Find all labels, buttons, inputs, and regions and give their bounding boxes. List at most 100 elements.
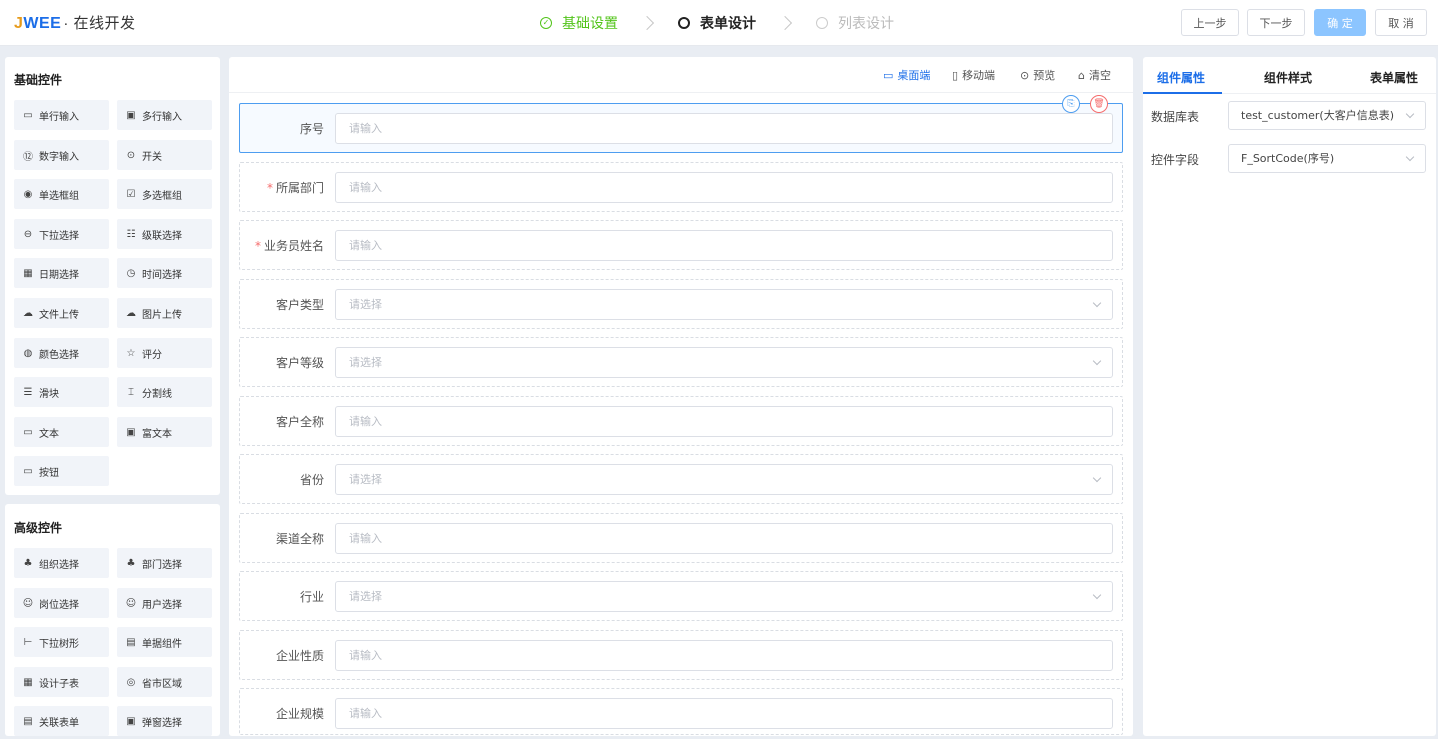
form-row-customer-level[interactable]: 客户等级 请选择	[239, 337, 1123, 387]
db-table-label: 数据库表	[1151, 110, 1200, 124]
widget-multi-input[interactable]: ▣ 多行输入	[117, 100, 212, 130]
widget-single-input[interactable]: ▭ 单行输入	[14, 100, 109, 130]
widget-sub-table[interactable]: ▦ 设计子表	[14, 667, 109, 697]
field-input[interactable]: 请输入	[335, 230, 1113, 261]
field-select[interactable]: 请选择	[335, 289, 1113, 320]
field-input[interactable]: 请输入	[335, 640, 1113, 671]
widget-time-picker[interactable]: ◷ 时间选择	[117, 258, 212, 288]
widget-cascader[interactable]: ☷ 级联选择	[117, 219, 212, 249]
field-input[interactable]: 请输入	[335, 698, 1113, 729]
cascader-icon: ☷	[126, 228, 136, 240]
field-label: 客户全称	[276, 413, 324, 430]
chevron-down-icon	[1092, 356, 1102, 366]
toolbar-divider	[229, 92, 1133, 93]
tab-component-props[interactable]: 组件属性	[1157, 69, 1205, 86]
form-row-sort-code[interactable]: 序号 请输入	[239, 103, 1123, 153]
play-circle-icon: ⊙	[1020, 68, 1030, 82]
widget-image-upload[interactable]: ☁ 图片上传	[117, 298, 212, 328]
widget-position-select[interactable]: ☺ 岗位选择	[14, 588, 109, 618]
step-form-design[interactable]: 表单设计	[678, 13, 756, 33]
widget-select[interactable]: ⊖ 下拉选择	[14, 219, 109, 249]
chevron-down-icon	[1405, 152, 1415, 162]
field-label: * 所属部门	[267, 179, 324, 196]
field-select[interactable]: 请选择	[335, 347, 1113, 378]
form-row-enterprise-scale[interactable]: 企业规模 请输入	[239, 688, 1123, 735]
field-label-text: 企业性质	[275, 649, 324, 663]
widget-label: 时间选择	[142, 269, 182, 281]
field-name-value: F_SortCode(序号)	[1241, 152, 1335, 165]
widget-switch[interactable]: ⊙ 开关	[117, 140, 212, 170]
field-label: * 业务员姓名	[255, 237, 324, 254]
widget-link-form[interactable]: ▤ 关联表单	[14, 706, 109, 736]
widget-text[interactable]: ▭ 文本	[14, 417, 109, 447]
switch-icon: ⊙	[126, 149, 136, 161]
step-label: 表单设计	[700, 16, 756, 32]
field-input[interactable]: 请输入	[335, 113, 1113, 144]
widget-org-select[interactable]: ♣ 组织选择	[14, 548, 109, 578]
widget-slider[interactable]: ☰ 滑块	[14, 377, 109, 407]
textarea-icon: ▣	[126, 109, 136, 121]
widget-label: 单选框组	[39, 190, 79, 202]
widget-popup-select[interactable]: ▣ 弹窗选择	[117, 706, 212, 736]
slider-icon: ☰	[23, 386, 33, 398]
prev-step-button[interactable]: 上一步	[1181, 9, 1239, 36]
widget-label: 文件上传	[39, 309, 79, 321]
field-select[interactable]: 请选择	[335, 464, 1113, 495]
widget-dept-select[interactable]: ♣ 部门选择	[117, 548, 212, 578]
widget-divider[interactable]: ⌶ 分割线	[117, 377, 212, 407]
db-table-select[interactable]: test_customer(大客户信息表)	[1228, 101, 1426, 130]
copy-icon[interactable]: ⎘	[1062, 95, 1080, 113]
delete-icon[interactable]: 🗑	[1090, 95, 1108, 113]
form-row-enterprise-nature[interactable]: 企业性质 请输入	[239, 630, 1123, 680]
tab-component-style[interactable]: 组件样式	[1264, 69, 1312, 86]
preview-button[interactable]: ⊙ 预览	[1020, 67, 1055, 83]
clear-button[interactable]: ⌂ 清空	[1078, 67, 1111, 83]
tab-form-props[interactable]: 表单属性	[1370, 69, 1418, 86]
step-list-design[interactable]: 列表设计	[816, 13, 894, 33]
field-label: 行业	[300, 588, 324, 605]
field-label-text: 渠道全称	[275, 532, 324, 546]
button-icon: ▭	[23, 465, 33, 477]
widget-user-select[interactable]: ☺ 用户选择	[117, 588, 212, 618]
widget-rich-text[interactable]: ▣ 富文本	[117, 417, 212, 447]
cancel-button[interactable]: 取 消	[1375, 9, 1427, 36]
active-tab-indicator	[1143, 92, 1222, 94]
field-input[interactable]: 请输入	[335, 172, 1113, 203]
widget-label: 设计子表	[39, 678, 79, 690]
select-icon: ⊖	[23, 228, 33, 240]
form-row-customer-fullname[interactable]: 客户全称 请输入	[239, 396, 1123, 446]
desktop-view-button[interactable]: ▭ 桌面端	[883, 67, 930, 83]
widget-radio-group[interactable]: ◉ 单选框组	[14, 179, 109, 209]
form-row-department[interactable]: * 所属部门 请输入	[239, 162, 1123, 212]
field-input[interactable]: 请输入	[335, 523, 1113, 554]
widget-label: 开关	[142, 151, 162, 163]
field-select[interactable]: 请选择	[335, 581, 1113, 612]
widget-date-picker[interactable]: ▦ 日期选择	[14, 258, 109, 288]
widget-rate[interactable]: ☆ 评分	[117, 338, 212, 368]
widget-color-picker[interactable]: ◍ 颜色选择	[14, 338, 109, 368]
form-row-industry[interactable]: 行业 请选择	[239, 571, 1123, 621]
form-row-channel[interactable]: 渠道全称 请输入	[239, 513, 1123, 563]
widget-checkbox-group[interactable]: ☑ 多选框组	[117, 179, 212, 209]
logo-subtitle: · 在线开发	[63, 15, 136, 32]
text-icon: ▭	[23, 426, 33, 438]
widget-bill[interactable]: ▤ 单据组件	[117, 627, 212, 657]
widget-file-upload[interactable]: ☁ 文件上传	[14, 298, 109, 328]
field-name-select[interactable]: F_SortCode(序号)	[1228, 144, 1426, 173]
step-basic-settings[interactable]: ✓ 基础设置	[540, 13, 618, 33]
star-icon: ☆	[126, 347, 136, 359]
widget-tree-select[interactable]: ⊢ 下拉树形	[14, 627, 109, 657]
widget-button[interactable]: ▭ 按钮	[14, 456, 109, 486]
form-row-province[interactable]: 省份 请选择	[239, 454, 1123, 504]
field-input[interactable]: 请输入	[335, 406, 1113, 437]
mobile-view-button[interactable]: ▯ 移动端	[952, 67, 995, 83]
step-label: 列表设计	[838, 16, 894, 32]
form-row-salesman[interactable]: * 业务员姓名 请输入	[239, 220, 1123, 270]
widget-region[interactable]: ◎ 省市区域	[117, 667, 212, 697]
confirm-button[interactable]: 确 定	[1314, 9, 1366, 36]
widget-label: 文本	[39, 428, 59, 440]
widget-label: 多选框组	[142, 190, 182, 202]
widget-number-input[interactable]: ⑫ 数字输入	[14, 140, 109, 170]
form-row-customer-type[interactable]: 客户类型 请选择	[239, 279, 1123, 329]
next-step-button[interactable]: 下一步	[1247, 9, 1305, 36]
